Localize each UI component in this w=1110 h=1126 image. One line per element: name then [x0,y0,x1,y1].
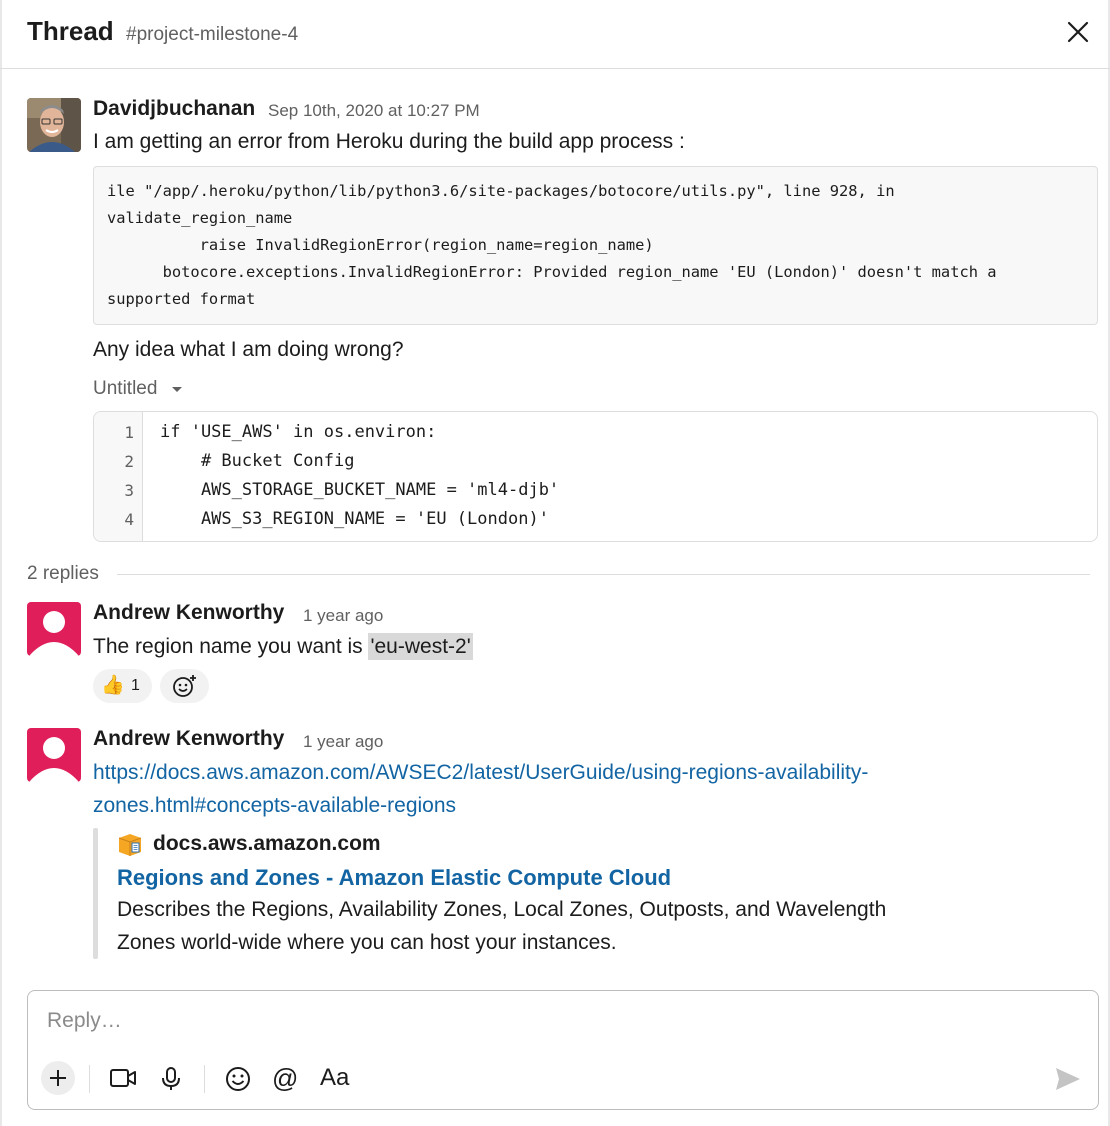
code-line: supported format [107,290,256,308]
line-number: 4 [124,510,134,529]
snippet-title-toggle[interactable]: Untitled [93,378,183,400]
thread-title: Thread [27,16,114,46]
emoji-button[interactable] [225,1066,251,1097]
line-number: 1 [124,423,134,442]
reply-text: The region name you want is 'eu-west-2' [93,633,473,660]
mention-button[interactable]: @ [272,1063,298,1094]
snippet-code-line: AWS_STORAGE_BUCKET_NAME = 'ml4-djb' [160,480,560,500]
caret-down-icon [171,378,183,400]
thumbs-up-icon: 👍 [101,675,125,696]
reply-time[interactable]: 1 year ago [303,732,383,752]
reply-author[interactable]: Andrew Kenworthy [93,727,284,751]
unfurl-description: Describes the Regions, Availability Zone… [117,898,887,921]
at-sign-icon: @ [272,1063,299,1093]
video-clip-button[interactable] [109,1066,137,1095]
add-attachment-button[interactable] [41,1061,75,1095]
unfurl-description-continued: Zones world-wide where you can host your… [117,931,617,954]
author-name[interactable]: Davidjbuchanan [93,97,255,121]
snippet-code-line: # Bucket Config [160,451,355,471]
code-line: validate_region_name [107,209,293,227]
code-block: ile "/app/.heroku/python/lib/python3.6/s… [93,166,1098,325]
channel-name[interactable]: #project-milestone-4 [126,24,298,46]
add-reaction-icon [172,674,198,703]
reaction-count: 1 [131,677,140,694]
microphone-icon [160,1067,182,1096]
video-camera-icon [109,1069,137,1094]
formatting-label: Aa [320,1064,350,1091]
reaction-thumbs-up[interactable]: 👍 1 [93,669,152,703]
toolbar-divider [89,1065,90,1093]
close-icon[interactable] [1064,18,1092,46]
send-icon [1054,1068,1082,1096]
line-number: 2 [124,452,134,471]
code-line: botocore.exceptions.InvalidRegionError: … [107,263,997,281]
snippet-code-line: AWS_S3_REGION_NAME = 'EU (London)' [160,509,549,529]
replies-divider [117,574,1090,575]
formatting-button[interactable]: Aa [320,1064,349,1092]
replies-count: 2 replies [27,563,99,584]
reply-avatar[interactable] [27,728,81,782]
reply-avatar[interactable] [27,602,81,656]
add-reaction-button[interactable] [160,669,209,703]
audio-clip-button[interactable] [160,1066,182,1097]
snippet-code-line: if 'USE_AWS' in os.environ: [160,422,437,442]
unfurl-title-link[interactable]: Regions and Zones - Amazon Elastic Compu… [117,865,671,891]
reply-composer[interactable]: Reply… [27,990,1099,1110]
reply-author[interactable]: Andrew Kenworthy [93,601,284,625]
reply-input[interactable]: Reply… [47,1009,122,1033]
line-number: 3 [124,481,134,500]
thread-header: Thread #project-milestone-4 [0,0,1110,69]
inline-code: 'eu-west-2' [368,633,473,660]
aws-docs-icon [117,832,143,863]
code-line: ile "/app/.heroku/python/lib/python3.6/s… [107,182,895,200]
reply-text-prefix: The region name you want is [93,635,369,658]
message-timestamp[interactable]: Sep 10th, 2020 at 10:27 PM [268,101,480,121]
plus-icon [49,1069,67,1092]
snippet-title: Untitled [93,378,158,400]
reply-time[interactable]: 1 year ago [303,606,383,626]
toolbar-divider [204,1065,205,1093]
code-snippet[interactable]: 1 2 3 4 if 'USE_AWS' in os.environ: # Bu… [93,411,1098,542]
send-button[interactable] [1054,1066,1082,1097]
reply-link[interactable]: https://docs.aws.amazon.com/AWSEC2/lates… [93,761,868,785]
message-text: I am getting an error from Heroku during… [93,130,685,153]
reply-link-continued[interactable]: zones.html#concepts-available-regions [93,794,456,818]
emoji-icon [225,1067,251,1096]
unfurl-site-name: docs.aws.amazon.com [153,832,381,855]
author-avatar[interactable] [27,98,81,152]
message-followup: Any idea what I am doing wrong? [93,338,404,361]
code-line: raise InvalidRegionError(region_name=reg… [107,236,654,254]
unfurl-accent-bar [93,828,98,959]
